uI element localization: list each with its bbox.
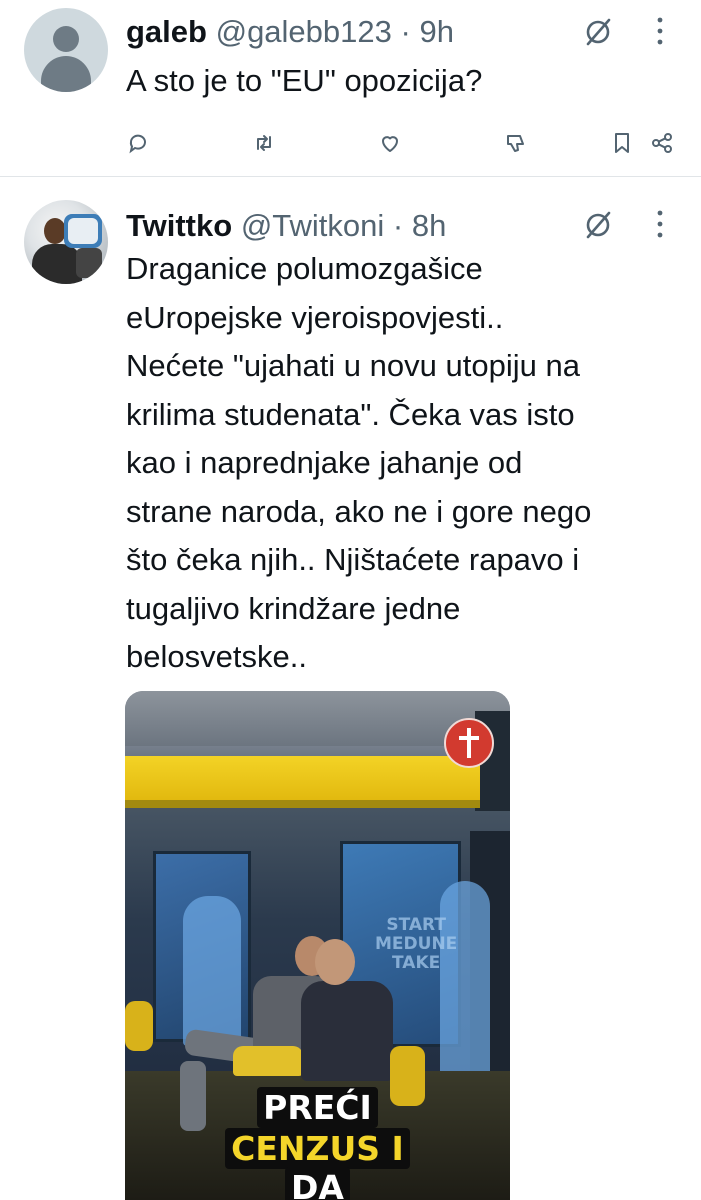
avatar-photo-part [32, 244, 82, 284]
video-caption-line: CENZUS I [125, 1128, 510, 1169]
studio-yellow-beam [125, 756, 480, 800]
tweet-text-line: A sto je to "EU" opozicija? [126, 63, 483, 98]
downvote-icon[interactable] [504, 131, 528, 155]
action-bar [0, 122, 701, 162]
studio-chair [233, 1046, 303, 1076]
grok-icon[interactable] [582, 209, 614, 241]
studio-text-line: TAKE [392, 953, 441, 973]
guest-figure [315, 939, 355, 985]
studio-silhouette [183, 896, 241, 1046]
video-caption-line: PREĆI [125, 1087, 510, 1128]
retweet-icon[interactable] [252, 131, 276, 155]
tweet-text-line: belosvetske.. [126, 639, 307, 674]
tweet-text-line: Nećete "ujahati u novu utopiju na [126, 348, 580, 383]
studio-chair [125, 1001, 153, 1051]
guest-figure [301, 981, 393, 1081]
user-avatar[interactable] [24, 200, 108, 284]
avatar-photo-part [68, 218, 98, 244]
studio-text-line: START [386, 915, 446, 935]
timestamp[interactable]: · 8h [393, 208, 446, 243]
avatar-head-icon [53, 26, 79, 52]
channel-logo [444, 718, 494, 768]
share-icon[interactable] [650, 131, 674, 155]
studio-text-line: MEDUNE [375, 934, 458, 954]
tweet-media-video[interactable]: START MEDUNE TAKE PREĆI CENZUS I DA [125, 691, 510, 1200]
avatar-photo-part [76, 248, 102, 278]
more-options-icon[interactable] [655, 15, 665, 47]
grok-icon[interactable] [582, 16, 614, 48]
tweet-text-line: kao i naprednjake jahanje od [126, 445, 523, 480]
caption-text: PREĆI [257, 1087, 378, 1128]
more-options-icon[interactable] [655, 208, 665, 240]
cross-icon [459, 728, 479, 758]
author-name[interactable]: galeb [126, 14, 207, 49]
tweet-text-line: što čeka njih.. Njištaćete rapavo i [126, 542, 580, 577]
tweet-text-line: eUropejske vjeroispovjesti.. [126, 299, 504, 335]
tweet-1[interactable]: galeb @galebb123 · 9h A sto je to "EU" o… [0, 0, 701, 177]
avatar-photo-part [44, 218, 66, 244]
tweet-text: A sto je to "EU" opozicija? [126, 57, 482, 106]
caption-text: DA [285, 1167, 350, 1200]
timestamp[interactable]: · 9h [401, 14, 454, 49]
tweet-text-line: tugaljivo krindžare jedne [126, 590, 461, 626]
author-handle[interactable]: @Twitkoni [241, 208, 384, 243]
author-name[interactable]: Twittko [126, 208, 232, 243]
avatar-shoulders-icon [41, 56, 91, 92]
studio-silhouette [440, 881, 490, 1091]
caption-text: CENZUS I [225, 1128, 410, 1169]
tweet-text: Draganice polumozgašice eUropejske vjero… [126, 245, 591, 682]
video-caption-line: DA [125, 1167, 510, 1200]
bookmark-icon[interactable] [610, 131, 634, 155]
tweet-header: Twittko @Twitkoni · 8h [126, 210, 446, 241]
studio-beam-edge [125, 800, 480, 808]
tweet-text-line: strane naroda, ako ne i gore nego [126, 493, 592, 529]
author-handle[interactable]: @galebb123 [216, 14, 392, 49]
tweet-text-line: krilima studenata". Čeka vas isto [126, 396, 575, 432]
studio-backdrop-text: START MEDUNE TAKE [375, 916, 457, 973]
reply-icon[interactable] [126, 131, 150, 155]
default-avatar[interactable] [24, 8, 108, 92]
tweet-header: galeb @galebb123 · 9h [126, 16, 454, 47]
like-icon[interactable] [378, 131, 402, 155]
tweet-text-line: Draganice polumozgašice [126, 251, 483, 286]
